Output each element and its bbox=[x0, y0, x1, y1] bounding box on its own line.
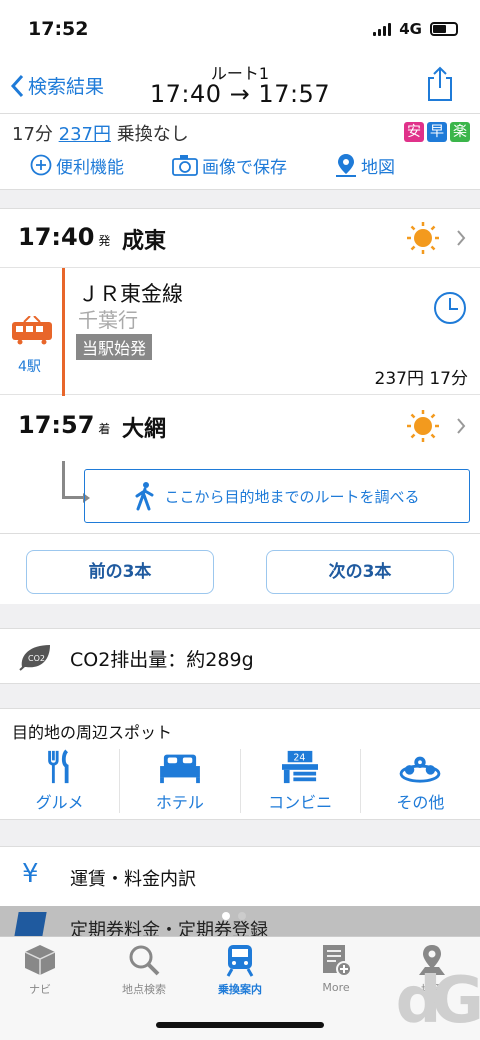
save-image-button[interactable]: 画像で保存 bbox=[172, 152, 287, 178]
map-button[interactable]: 地図 bbox=[335, 152, 395, 178]
prev-3-button[interactable]: 前の3本 bbox=[26, 550, 214, 594]
badge-cheap: 安 bbox=[404, 122, 424, 142]
network-label: 4G bbox=[399, 20, 422, 38]
spots-list: グルメ ホテル 24 コンビニ その他 bbox=[0, 749, 480, 813]
tab-place-search[interactable]: 地点検索 bbox=[96, 943, 192, 997]
arrival-time: 17:57 着 bbox=[18, 411, 111, 439]
status-right: 4G bbox=[373, 20, 458, 38]
document-plus-icon bbox=[323, 945, 352, 977]
segment-fare-time: 237円 17分 bbox=[374, 369, 468, 389]
spot-gourmet[interactable]: グルメ bbox=[0, 749, 121, 813]
train-segment: 4駅 ＪＲ東金線 千葉行 当駅始発 237円 17分 bbox=[0, 267, 480, 396]
fare-breakdown-label: 運賃・料金内訳 bbox=[70, 869, 196, 890]
walk-route-button[interactable]: ここから目的地までのルートを調べる bbox=[84, 469, 470, 523]
map-label: 地図 bbox=[361, 157, 395, 178]
departure-station-row[interactable]: 17:40 発 成東 bbox=[0, 209, 480, 267]
co2-row: CO2 CO2排出量：約289g bbox=[0, 628, 480, 684]
spot-convenience[interactable]: 24 コンビニ bbox=[241, 749, 361, 813]
watermark-logo: dG bbox=[395, 964, 480, 1038]
page-subtitle: 17:40 → 17:57 bbox=[149, 80, 331, 108]
badge-fast: 早 bbox=[427, 122, 447, 142]
svg-text:CO2: CO2 bbox=[28, 654, 45, 663]
commuter-pass-row[interactable]: 定期券料金・定期券登録 bbox=[0, 906, 480, 936]
spot-hotel-label: ホテル bbox=[155, 793, 204, 812]
yen-icon: ¥ bbox=[22, 859, 39, 889]
spot-other-label: その他 bbox=[396, 793, 445, 812]
nearby-spots: 目的地の周辺スポット グルメ ホテル 24 コンビニ その他 bbox=[0, 708, 480, 820]
arrival-station-row[interactable]: 17:57 着 大網 bbox=[0, 397, 480, 455]
navi-cube-icon bbox=[24, 945, 56, 975]
spot-other[interactable]: その他 bbox=[361, 749, 480, 813]
walk-connector bbox=[62, 461, 90, 503]
co2-label: CO2排出量：約289g bbox=[70, 649, 254, 671]
share-icon bbox=[428, 66, 452, 101]
fare-breakdown-row[interactable]: ¥ 運賃・料金内訳 bbox=[0, 846, 480, 906]
spot-hotel[interactable]: ホテル bbox=[120, 749, 241, 813]
paging-row: 前の3本 次の3本 bbox=[0, 534, 480, 604]
departure-station: 成東 bbox=[122, 229, 167, 254]
nav-bar: 検索結果 ルート1 17:40 → 17:57 bbox=[0, 56, 480, 114]
stop-count: 4駅 bbox=[18, 359, 41, 375]
departure-time: 17:40 発 bbox=[18, 223, 111, 251]
tab-more-label: More bbox=[322, 981, 350, 994]
badge-easy: 楽 bbox=[450, 122, 470, 142]
route-badges: 安 早 楽 bbox=[404, 122, 470, 142]
tab-place-search-label: 地点検索 bbox=[122, 983, 166, 996]
page-indicator bbox=[222, 912, 246, 920]
route-summary: 17分 237円 乗換なし 安 早 楽 便利機能 画像で保存 地図 bbox=[0, 114, 480, 190]
arrival-station: 大網 bbox=[122, 417, 167, 442]
convenience-label: 便利機能 bbox=[56, 157, 124, 178]
tab-more[interactable]: More bbox=[288, 943, 384, 994]
tab-navi-label: ナビ bbox=[29, 983, 51, 996]
clock-icon[interactable] bbox=[432, 290, 468, 326]
tab-transit[interactable]: 乗換案内 bbox=[192, 943, 288, 997]
svg-text:24: 24 bbox=[293, 752, 305, 763]
spots-header: 目的地の周辺スポット bbox=[12, 723, 173, 742]
spot-convenience-label: コンビニ bbox=[268, 793, 333, 812]
camera-icon bbox=[172, 155, 198, 176]
spot-gourmet-label: グルメ bbox=[35, 793, 84, 812]
direction: 千葉行 bbox=[78, 308, 138, 332]
sun-weather-icon bbox=[407, 410, 439, 442]
convenience-button[interactable]: 便利機能 bbox=[30, 152, 124, 178]
route-detail: 17:40 発 成東 4駅 ＪＲ東金線 千葉行 当駅始発 237円 17分 17:… bbox=[0, 208, 480, 534]
signal-icon bbox=[373, 22, 392, 36]
action-row: 便利機能 画像で保存 地図 bbox=[30, 152, 395, 178]
search-icon bbox=[129, 945, 160, 976]
duration: 17分 bbox=[12, 124, 53, 145]
status-bar: 17:52 4G bbox=[0, 0, 480, 56]
map-pin-icon bbox=[336, 154, 356, 177]
tab-transit-label: 乗換案内 bbox=[218, 983, 262, 996]
plus-circle-icon bbox=[30, 154, 52, 176]
rail-line bbox=[62, 268, 65, 396]
bed-icon bbox=[159, 754, 200, 784]
save-image-label: 画像で保存 bbox=[202, 157, 287, 178]
status-time: 17:52 bbox=[28, 18, 89, 40]
fare-link[interactable]: 237円 bbox=[59, 124, 111, 145]
convenience-store-icon: 24 bbox=[282, 750, 319, 784]
battery-icon bbox=[430, 22, 458, 36]
next-3-button[interactable]: 次の3本 bbox=[266, 550, 454, 594]
commuter-pass-icon bbox=[13, 912, 47, 936]
summary-line: 17分 237円 乗換なし bbox=[12, 120, 189, 146]
chevron-right-icon bbox=[457, 230, 466, 246]
transfer-count: 乗換なし bbox=[116, 124, 189, 145]
spots-other-icon bbox=[400, 756, 441, 783]
sun-weather-icon bbox=[407, 222, 439, 254]
walk-route-label: ここから目的地までのルートを調べる bbox=[164, 487, 420, 506]
train-icon bbox=[12, 316, 52, 345]
chevron-right-icon bbox=[457, 418, 466, 434]
train-front-icon bbox=[226, 945, 254, 977]
fork-knife-icon bbox=[47, 749, 69, 784]
tab-navi[interactable]: ナビ bbox=[0, 943, 88, 997]
walking-person-icon bbox=[135, 482, 154, 511]
origin-tag: 当駅始発 bbox=[76, 334, 153, 360]
leaf-co2-icon: CO2 bbox=[19, 645, 50, 671]
home-indicator bbox=[156, 1022, 324, 1028]
share-button[interactable] bbox=[426, 66, 454, 106]
